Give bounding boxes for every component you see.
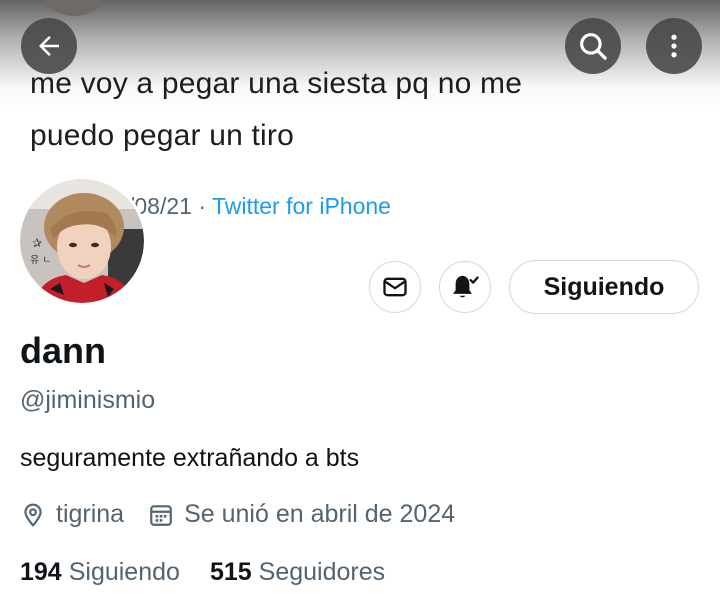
- followers-count: 515: [209, 558, 252, 586]
- profile-joined: Se unió en abril de 2024: [148, 500, 455, 529]
- following-button[interactable]: Siguiendo: [509, 260, 699, 314]
- profile-bio: seguramente extrañando a bts: [20, 444, 360, 472]
- search-button[interactable]: [565, 18, 621, 74]
- svg-text:✰: ✰: [32, 236, 42, 250]
- following-count: 194: [20, 558, 62, 586]
- calendar-icon: [150, 504, 172, 526]
- profile-stats-row: 194 Siguiendo 515 Seguidores: [20, 558, 415, 587]
- more-options-button[interactable]: [646, 18, 702, 74]
- profile-joined-text: Se unió en abril de 2024: [184, 500, 456, 528]
- profile-location: tigrina: [20, 500, 124, 529]
- following-count-link[interactable]: 194 Siguiendo: [20, 558, 180, 587]
- banner-tweet-date: /08/21 ·: [128, 193, 212, 219]
- svg-text:유 ㄴ: 유 ㄴ: [30, 254, 52, 266]
- profile-location-text: tigrina: [56, 500, 125, 528]
- location-pin-icon: [24, 503, 42, 527]
- profile-display-name: dann: [20, 330, 106, 371]
- profile-meta-row: tigrina Se unió en abril de 2024: [20, 500, 479, 529]
- bell-check-icon: [453, 275, 479, 298]
- notifications-button[interactable]: [439, 261, 491, 313]
- arrow-left-icon: [39, 36, 59, 56]
- more-vertical-icon: [671, 34, 677, 58]
- search-icon: [580, 33, 607, 60]
- avatar-image: ✰ 유 ㄴ: [20, 179, 144, 303]
- profile-avatar[interactable]: ✰ 유 ㄴ: [20, 179, 144, 303]
- followers-label: Seguidores: [258, 558, 386, 586]
- profile-handle: @jiminismio: [20, 386, 156, 414]
- followers-count-link[interactable]: 515 Seguidores: [210, 558, 385, 587]
- banner-tweet-text: me voy a pegar una siesta pq no me puedo…: [30, 58, 670, 162]
- banner-tweet-meta: /08/21 · Twitter for iPhone: [128, 193, 391, 220]
- message-button[interactable]: [369, 261, 421, 313]
- back-button[interactable]: [21, 18, 77, 74]
- envelope-icon: [383, 277, 407, 297]
- following-label: Siguiendo: [68, 558, 180, 586]
- banner-tweet-line-2: puedo pegar un tiro: [30, 119, 295, 152]
- banner-tweet-source: Twitter for iPhone: [211, 193, 391, 219]
